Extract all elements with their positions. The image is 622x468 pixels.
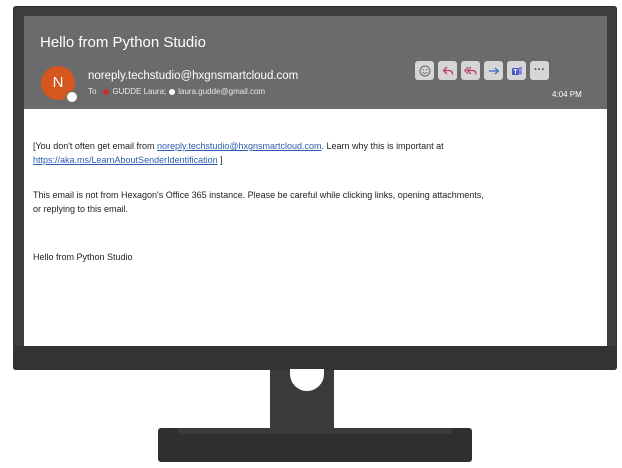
email-subject: Hello from Python Studio <box>40 34 206 51</box>
email-body: [You don't often get email from noreply.… <box>24 109 607 346</box>
presence-dot-icon <box>103 88 110 95</box>
learn-more-link[interactable]: https://aka.ms/LearnAboutSenderIdentific… <box>33 155 218 165</box>
sender-address[interactable]: noreply.techstudio@hxgnsmartcloud.com <box>88 70 298 82</box>
external-warning: This email is not from Hexagon's Office … <box>33 188 593 216</box>
sender-email-link[interactable]: noreply.techstudio@hxgnsmartcloud.com <box>157 141 322 151</box>
notice-text: ] <box>217 155 223 165</box>
to-label: To <box>88 87 97 96</box>
email-window: Hello from Python Studio N noreply.techs… <box>24 16 607 346</box>
notice-text: . Learn why this is important at <box>321 141 444 151</box>
notice-text: [You don't often get email from <box>33 141 157 151</box>
sender-notice: [You don't often get email from noreply.… <box>33 139 593 167</box>
reply-button[interactable] <box>438 61 457 80</box>
more-actions-button[interactable]: ··· <box>530 61 549 80</box>
presence-status-icon <box>66 91 78 103</box>
message-toolbar: ··· <box>415 61 549 81</box>
monitor-bezel <box>13 346 617 370</box>
warning-line-2: or replying to this email. <box>33 204 129 214</box>
recipient-1[interactable]: GUDDE Laura; <box>112 87 166 96</box>
monitor-stand-base-top <box>178 428 452 434</box>
forward-icon <box>488 67 499 74</box>
react-button[interactable] <box>415 61 434 80</box>
teams-icon <box>511 66 522 75</box>
reply-icon <box>442 66 453 75</box>
presence-dot-icon <box>169 88 176 95</box>
email-header: Hello from Python Studio N noreply.techs… <box>24 16 607 109</box>
smiley-icon <box>419 65 430 76</box>
teams-button[interactable] <box>507 61 526 80</box>
received-time: 4:04 PM <box>552 90 582 99</box>
message-text: Hello from Python Studio <box>33 252 133 262</box>
reply-all-icon <box>464 66 477 75</box>
forward-button[interactable] <box>484 61 503 80</box>
recipient-2[interactable]: laura.gudde@gmail.com <box>178 87 265 96</box>
warning-line-1: This email is not from Hexagon's Office … <box>33 190 484 200</box>
reply-all-button[interactable] <box>461 61 480 80</box>
recipients-line: To GUDDE Laura; laura.gudde@gmail.com <box>88 87 265 96</box>
